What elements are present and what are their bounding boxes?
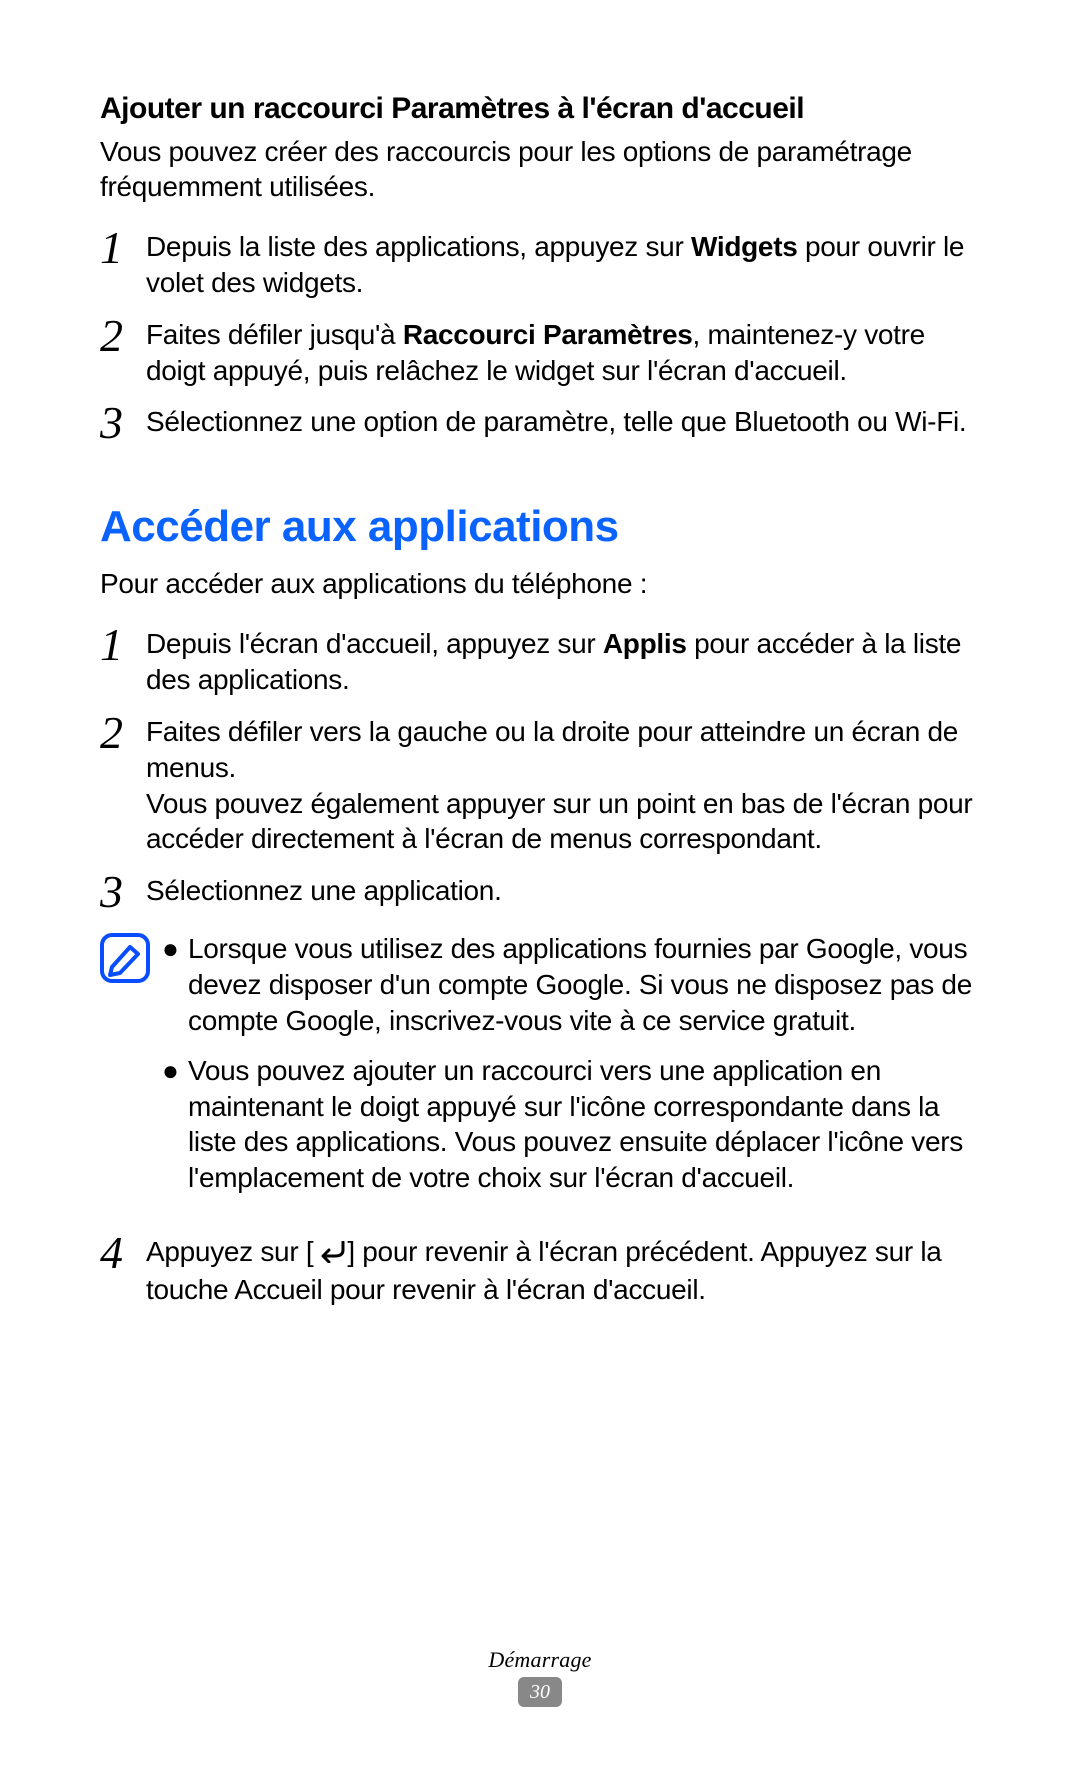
intro-text: Vous pouvez créer des raccourcis pour le… xyxy=(100,134,980,206)
step-2: 2 Faites défiler jusqu'à Raccourci Param… xyxy=(100,317,980,389)
note-block: ● Lorsque vous utilisez des applications… xyxy=(100,931,980,1210)
step-bold: Raccourci Paramètres xyxy=(403,319,693,350)
intro-text: Pour accéder aux applications du télépho… xyxy=(100,566,980,602)
step-pre: Depuis la liste des applications, appuye… xyxy=(146,231,691,262)
step-2b: 2 Faites défiler vers la gauche ou la dr… xyxy=(100,714,980,857)
step-number: 1 xyxy=(100,622,146,668)
note-body: ● Lorsque vous utilisez des applications… xyxy=(162,931,980,1210)
step-text: Sélectionnez une option de paramètre, te… xyxy=(146,404,980,440)
section-title: Accéder aux applications xyxy=(100,502,980,552)
bullet-text: Lorsque vous utilisez des applications f… xyxy=(188,931,980,1038)
page-footer: Démarrage 30 xyxy=(0,1647,1080,1707)
bullet-text: Vous pouvez ajouter un raccourci vers un… xyxy=(188,1053,980,1196)
step-1b: 1 Depuis l'écran d'accueil, appuyez sur … xyxy=(100,626,980,698)
note-icon xyxy=(100,933,152,983)
step-line1: Faites défiler vers la gauche ou la droi… xyxy=(146,714,980,786)
page-number-badge: 30 xyxy=(518,1677,562,1707)
step-3b: 3 Sélectionnez une application. xyxy=(100,873,980,915)
step-text: Depuis l'écran d'accueil, appuyez sur Ap… xyxy=(146,626,980,698)
step-text: Faites défiler vers la gauche ou la droi… xyxy=(146,714,980,857)
step-pre: Depuis l'écran d'accueil, appuyez sur xyxy=(146,628,603,659)
step-4b: 4 Appuyez sur [] pour revenir à l'écran … xyxy=(100,1234,980,1308)
step-number: 2 xyxy=(100,313,146,359)
back-arrow-icon xyxy=(313,1236,347,1272)
step-text: Depuis la liste des applications, appuye… xyxy=(146,229,980,301)
step-bold: Applis xyxy=(603,628,687,659)
bullet-item: ● Lorsque vous utilisez des applications… xyxy=(162,931,980,1038)
subsection-title: Ajouter un raccourci Paramètres à l'écra… xyxy=(100,90,980,128)
step-number: 2 xyxy=(100,710,146,756)
step-text: Faites défiler jusqu'à Raccourci Paramèt… xyxy=(146,317,980,389)
step-1: 1 Depuis la liste des applications, appu… xyxy=(100,229,980,301)
bullet-dot: ● xyxy=(162,931,188,967)
step-pre: Faites défiler jusqu'à xyxy=(146,319,403,350)
footer-label: Démarrage xyxy=(0,1647,1080,1673)
step-bold: Widgets xyxy=(691,231,798,262)
step-number: 3 xyxy=(100,400,146,446)
step-text: Appuyez sur [] pour revenir à l'écran pr… xyxy=(146,1234,980,1308)
step-number: 3 xyxy=(100,869,146,915)
step-3: 3 Sélectionnez une option de paramètre, … xyxy=(100,404,980,446)
bullet-dot: ● xyxy=(162,1053,188,1089)
step-text: Sélectionnez une application. xyxy=(146,873,980,909)
step-line2: Vous pouvez également appuyer sur un poi… xyxy=(146,786,980,858)
step-number: 4 xyxy=(100,1230,146,1276)
step-number: 1 xyxy=(100,225,146,271)
step-pre: Appuyez sur [ xyxy=(146,1236,313,1267)
manual-page: Ajouter un raccourci Paramètres à l'écra… xyxy=(0,0,1080,1308)
bullet-item: ● Vous pouvez ajouter un raccourci vers … xyxy=(162,1053,980,1196)
